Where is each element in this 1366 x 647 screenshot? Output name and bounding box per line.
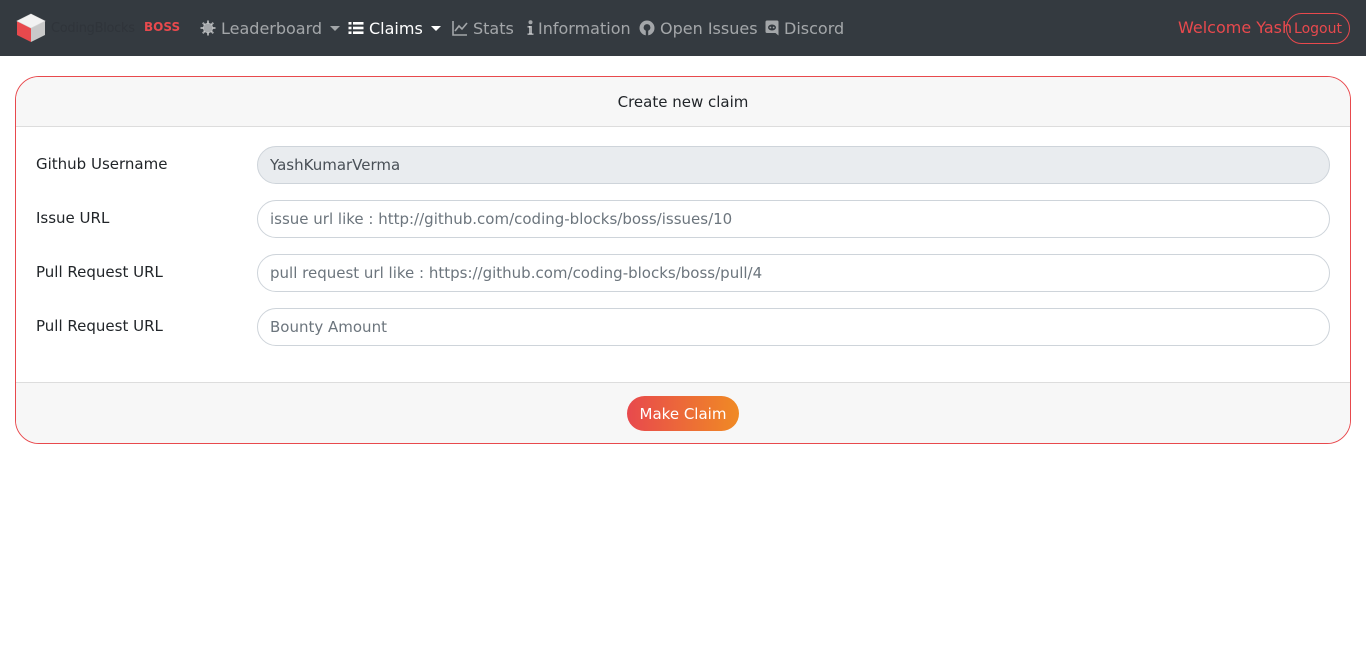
pull-request-url-input[interactable]	[257, 254, 1330, 292]
nav-claims-dropdown[interactable]: Claims	[348, 16, 441, 40]
form-row-issue: Issue URL	[36, 200, 1330, 238]
list-icon	[348, 22, 364, 34]
pull-request-url-label: Pull Request URL	[36, 263, 163, 281]
form-row-bounty: Pull Request URL	[36, 308, 1330, 346]
brand-text: CodingBlocks	[51, 20, 135, 36]
nav-open-issues-link[interactable]: Open Issues	[639, 16, 758, 40]
nav-claims-label: Claims	[369, 18, 423, 38]
create-claim-card: Create new claim Github Username Issue U…	[15, 76, 1351, 444]
nav-discord-link[interactable]: Discord	[765, 16, 844, 40]
issue-url-input[interactable]	[257, 200, 1330, 238]
gear-icon	[200, 20, 216, 36]
make-claim-button[interactable]: Make Claim	[627, 396, 739, 431]
github-username-label: Github Username	[36, 155, 168, 173]
logout-button[interactable]: Logout	[1286, 13, 1350, 44]
brand-badge: BOSS	[144, 20, 181, 34]
github-icon	[639, 20, 655, 36]
line-chart-icon	[452, 21, 468, 36]
github-username-field[interactable]	[257, 146, 1330, 184]
nav-discord-label: Discord	[784, 18, 845, 38]
cube-logo-icon	[16, 13, 46, 42]
nav-information-label: Information	[538, 18, 631, 38]
form-row-pr: Pull Request URL	[36, 254, 1330, 292]
nav-stats-link[interactable]: Stats	[452, 16, 514, 40]
bounty-amount-label: Pull Request URL	[36, 317, 163, 335]
caret-down-icon	[430, 25, 441, 31]
bounty-amount-input[interactable]	[257, 308, 1330, 346]
form-row-github: Github Username	[36, 146, 1330, 184]
brand-logo-link[interactable]: CodingBlocks	[15, 12, 135, 44]
nav-open-issues-label: Open Issues	[660, 18, 758, 38]
info-icon	[527, 20, 534, 35]
nav-stats-label: Stats	[473, 18, 514, 38]
discord-icon	[765, 20, 779, 36]
card-footer: Make Claim	[16, 382, 1350, 443]
top-navbar: CodingBlocks BOSS Leaderboard Claims Sta…	[0, 0, 1366, 56]
nav-leaderboard-dropdown[interactable]: Leaderboard	[200, 16, 341, 40]
issue-url-label: Issue URL	[36, 209, 110, 227]
nav-information-link[interactable]: Information	[527, 16, 631, 40]
card-title: Create new claim	[16, 77, 1350, 127]
caret-down-icon	[330, 25, 341, 31]
nav-leaderboard-label: Leaderboard	[221, 18, 323, 38]
welcome-user-text: Welcome Yash	[1178, 18, 1293, 37]
